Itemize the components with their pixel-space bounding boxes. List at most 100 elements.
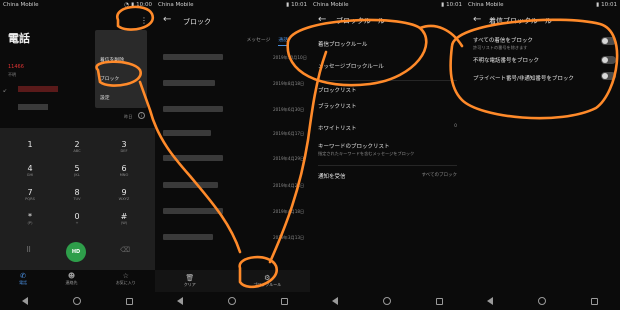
blurred-contact — [18, 86, 58, 92]
clock: 10:01 — [291, 2, 307, 8]
system-nav — [0, 292, 155, 310]
home-icon[interactable] — [227, 297, 236, 305]
overflow-menu: 着信を削除 ブロック 設定 — [95, 30, 147, 108]
dialpad-toggle-icon[interactable]: ⠿ — [26, 246, 31, 254]
bottom-nav: ✆ 電話 ☻ 連絡先 ☆ お気に入り — [0, 272, 155, 292]
wifi-icon: ◔ — [124, 2, 130, 8]
carrier-label: China Mobile — [313, 2, 349, 8]
entry-date: 2019年4月29日 — [273, 156, 305, 161]
rule-whitelist[interactable]: ホワイトリスト 0 — [318, 124, 457, 132]
rule-message-block[interactable]: メッセージブロックルール — [318, 62, 457, 70]
back-icon[interactable] — [487, 297, 494, 305]
blurred-entry — [163, 234, 213, 240]
home-icon[interactable] — [537, 297, 546, 305]
entry-date: 2019年6月30日 — [273, 107, 305, 112]
gear-icon: ⚙ — [264, 274, 271, 282]
divider — [318, 165, 457, 166]
battery-icon: ▮ — [596, 2, 600, 8]
back-arrow-icon[interactable]: ← — [163, 14, 171, 25]
nav-contacts[interactable]: ☻ 連絡先 — [65, 272, 77, 292]
status-bar: China Mobile ▮ 10:01 — [155, 0, 310, 10]
call-entry-number[interactable]: 11466 — [8, 64, 24, 70]
page-title: 着信ブロックルール — [489, 17, 552, 25]
rule-keyword-list[interactable]: キーワードのブロックリスト 指定されたキーワードを含むメッセージをブロック — [318, 142, 457, 157]
battery-icon: ▮ — [441, 2, 445, 8]
tab-bar: メッセージ 通話 — [155, 36, 310, 46]
recents-icon[interactable] — [125, 297, 133, 305]
key-2[interactable]: 2 ABC — [57, 140, 97, 153]
key-4[interactable]: 4 GHI — [10, 164, 50, 177]
block-rules-screen: China Mobile ▮ 10:01 ← ブロックルール 着信ブロックルール … — [310, 0, 465, 310]
key-9[interactable]: 9 WXYZ — [104, 188, 144, 201]
key-1[interactable]: 1 — [10, 140, 50, 149]
menu-item-blank[interactable] — [95, 30, 147, 49]
home-icon[interactable] — [382, 297, 391, 305]
recents-icon[interactable] — [435, 297, 443, 305]
page-title: ブロック — [183, 18, 211, 26]
back-arrow-icon[interactable]: ← — [473, 14, 481, 25]
key-0[interactable]: 0 + — [57, 212, 97, 225]
dialer-screen: China Mobile ◔ ▮ 10:00 電話 ⋮ 11466 不明 ↙ 昨日 … — [0, 0, 155, 310]
carrier-label: China Mobile — [3, 2, 39, 8]
clock: 10:00 — [136, 2, 152, 8]
entry-date: 2019年3月13日 — [273, 235, 305, 240]
bottom-actions: 🗑 クリア ⚙ ブロックルール — [155, 270, 310, 292]
clear-button[interactable]: 🗑 クリア — [184, 274, 196, 288]
menu-item-block[interactable]: ブロック — [95, 68, 147, 87]
rule-notifications[interactable]: 通知を受信 すべてのブロック — [318, 172, 457, 180]
rule-call-block[interactable]: 着信ブロックルール — [318, 40, 457, 48]
key-8[interactable]: 8 TUV — [57, 188, 97, 201]
tab-calls[interactable]: 通話 — [278, 36, 288, 46]
system-nav — [465, 292, 620, 310]
back-icon[interactable] — [22, 297, 29, 305]
battery-icon: ▮ — [286, 2, 290, 8]
call-badge: HD — [71, 249, 81, 255]
back-icon[interactable] — [332, 297, 339, 305]
trash-icon: 🗑 — [185, 274, 195, 282]
back-icon[interactable] — [177, 297, 184, 305]
key-3[interactable]: 3 DEF — [104, 140, 144, 153]
status-bar: China Mobile ◔ ▮ 10:00 — [0, 0, 155, 10]
toggle-block-unknown[interactable] — [601, 56, 616, 64]
toggle-row-block-all: すべての着信をブロック 許可リストの番号を除きます — [473, 38, 533, 50]
entry-date: 2019年8月18日 — [273, 81, 305, 86]
recents-icon[interactable] — [590, 297, 598, 305]
tab-messages[interactable]: メッセージ — [247, 36, 271, 46]
menu-item-settings[interactable]: 設定 — [95, 87, 147, 106]
key-hash[interactable]: # (W) — [104, 212, 144, 225]
blurred-entry — [163, 208, 223, 214]
blurred-entry — [163, 182, 218, 188]
recents-icon[interactable] — [280, 297, 288, 305]
call-button[interactable]: HD — [66, 242, 86, 262]
menu-item-delete-calls[interactable]: 着信を削除 — [95, 49, 147, 68]
entry-date: 2019年10月10日 — [273, 55, 307, 60]
key-5[interactable]: 5 JKL — [57, 164, 97, 177]
rule-blacklist[interactable]: ブラックリスト — [318, 102, 457, 110]
rule-block-list[interactable]: ブロックリスト — [318, 86, 457, 94]
key-star[interactable]: * (P) — [10, 212, 50, 225]
clock: 10:01 — [601, 2, 617, 8]
carrier-label: China Mobile — [158, 2, 194, 8]
key-7[interactable]: 7 PQRS — [10, 188, 50, 201]
nav-phone[interactable]: ✆ 電話 — [19, 272, 27, 292]
call-entry-status: 不明 — [8, 72, 16, 77]
nav-favorites[interactable]: ☆ お気に入り — [116, 272, 136, 292]
blurred-contact — [18, 104, 48, 110]
key-6[interactable]: 6 MNO — [104, 164, 144, 177]
info-icon[interactable]: i — [138, 112, 145, 119]
status-bar: China Mobile ▮ 10:01 — [465, 0, 620, 10]
page-title: 電話 — [8, 32, 30, 45]
entry-date: 2019年4月24日 — [273, 183, 305, 188]
contacts-icon: ☻ — [67, 272, 76, 280]
home-icon[interactable] — [72, 297, 81, 305]
toggle-block-all[interactable] — [601, 37, 616, 45]
more-options-icon[interactable]: ⋮ — [140, 16, 148, 25]
clock: 10:01 — [446, 2, 462, 8]
backspace-icon[interactable]: ⌫ — [120, 246, 130, 254]
system-nav — [310, 292, 465, 310]
back-arrow-icon[interactable]: ← — [318, 14, 326, 25]
block-rules-button[interactable]: ⚙ ブロックルール — [253, 274, 281, 288]
phone-icon: ✆ — [20, 272, 27, 280]
toggle-block-private[interactable] — [601, 72, 616, 80]
toggle-row-block-private: プライベート番号/非通知番号をブロック — [473, 76, 574, 82]
